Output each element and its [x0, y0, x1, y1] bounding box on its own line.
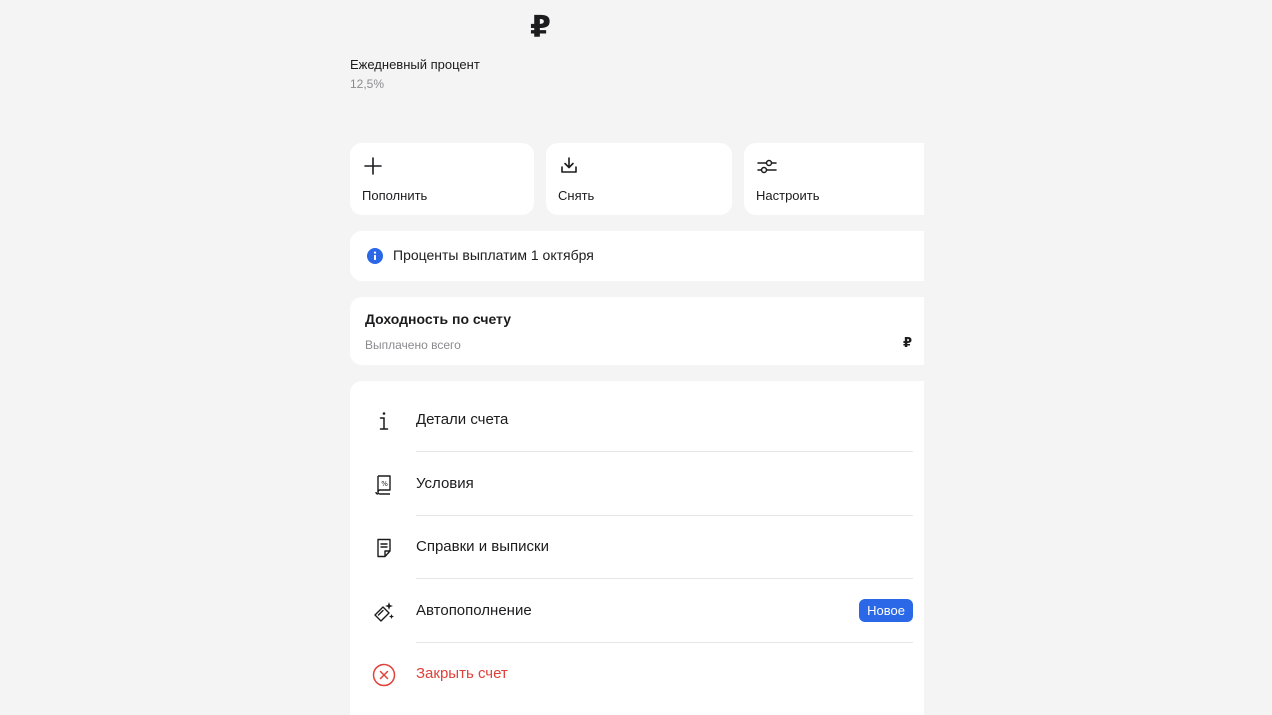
menu-label-auto-topup: Автопополнение [416, 602, 532, 619]
settings-sliders-icon [756, 155, 778, 177]
yield-subtitle: Выплачено всего [365, 338, 461, 352]
svg-text:%: % [381, 480, 388, 488]
document-icon [372, 536, 396, 560]
configure-button[interactable]: Настроить [744, 143, 924, 215]
rate-value: 12,5% [350, 77, 385, 91]
close-circle-icon [372, 663, 396, 687]
menu-label-statements: Справки и выписки [416, 538, 549, 555]
menu-label-close-account: Закрыть счет [416, 665, 508, 682]
yield-title: Доходность по счету [365, 311, 512, 327]
auto-topup-icon [372, 600, 396, 624]
top-up-button[interactable]: Пополнить [350, 143, 534, 215]
plus-icon [362, 155, 384, 177]
menu-item-account-details[interactable]: Детали счета [350, 389, 924, 452]
divider [416, 578, 913, 579]
menu-label-account-details: Детали счета [416, 411, 509, 428]
account-page: ₽ Ежедневный процент 12,5% Пополнить Сня… [0, 0, 1272, 715]
account-yield-card[interactable]: Доходность по счету Выплачено всего ₽ [350, 297, 924, 365]
interest-notice-text: Проценты выплатим 1 октября [393, 247, 594, 263]
withdraw-button[interactable]: Снять [546, 143, 732, 215]
info-icon [367, 248, 383, 264]
action-bar: Пополнить Снять Настроить [350, 143, 924, 215]
balance-currency: ₽ [530, 11, 551, 44]
divider [416, 451, 913, 452]
menu-item-auto-topup[interactable]: Автопополнение Новое [350, 580, 924, 643]
configure-label: Настроить [756, 188, 820, 203]
terms-percent-icon: % [372, 473, 396, 497]
menu-label-terms: Условия [416, 475, 474, 492]
download-icon [558, 155, 580, 177]
menu-item-close-account[interactable]: Закрыть счет [350, 643, 924, 706]
new-badge: Новое [859, 599, 913, 622]
account-menu: Детали счета % Условия Справки и выписки… [350, 381, 924, 715]
yield-amount: ₽ [902, 335, 912, 350]
menu-item-terms[interactable]: % Условия [350, 453, 924, 516]
top-up-label: Пополнить [362, 188, 428, 203]
menu-item-statements[interactable]: Справки и выписки [350, 516, 924, 579]
withdraw-label: Снять [558, 188, 595, 203]
info-letter-icon [372, 409, 396, 433]
rate-label: Ежедневный процент [350, 57, 480, 72]
interest-notice: Проценты выплатим 1 октября [350, 231, 924, 281]
